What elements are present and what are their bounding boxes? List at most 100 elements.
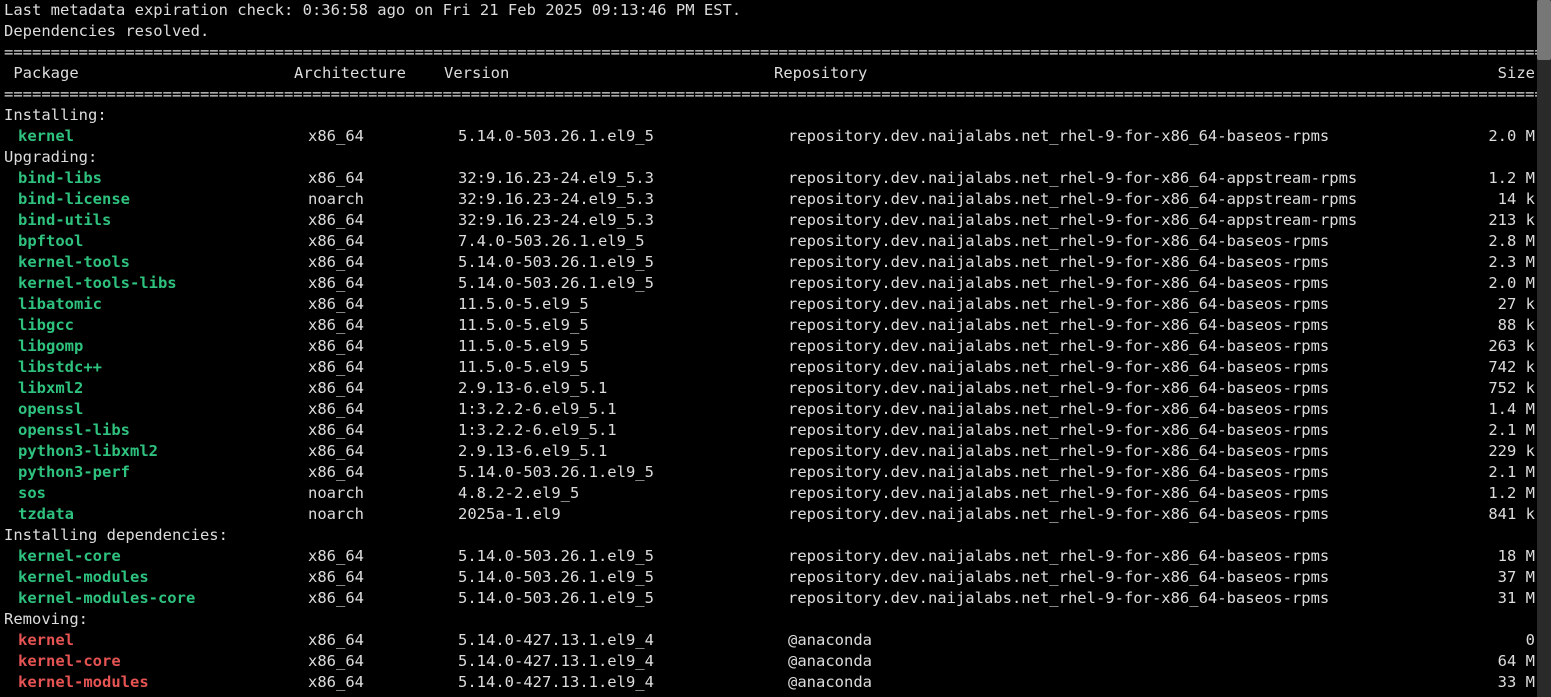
hdr-size: Size	[1465, 63, 1539, 84]
pkg-size: 64 M	[1465, 651, 1539, 672]
pkg-size: 2.1 M	[1465, 462, 1539, 483]
pkg-name: bind-libs	[4, 168, 308, 189]
pkg-arch: x86_64	[308, 126, 458, 147]
hdr-version: Version	[444, 63, 774, 84]
pkg-repo: repository.dev.naijalabs.net_rhel-9-for-…	[788, 567, 1465, 588]
pkg-size: 2.0 M	[1465, 126, 1539, 147]
pkg-name: openssl	[4, 399, 308, 420]
pkg-name: kernel-modules	[4, 672, 308, 693]
pkg-arch: x86_64	[308, 231, 458, 252]
table-row: libgccx86_6411.5.0-5.el9_5repository.dev…	[4, 315, 1539, 336]
pkg-size: 1.2 M	[1465, 483, 1539, 504]
scrollbar[interactable]	[1537, 0, 1551, 697]
pkg-repo: repository.dev.naijalabs.net_rhel-9-for-…	[788, 588, 1465, 609]
section-installing: Installing:	[4, 105, 1539, 126]
pkg-size: 33 M	[1465, 672, 1539, 693]
table-row: libstdc++x86_6411.5.0-5.el9_5repository.…	[4, 357, 1539, 378]
pkg-version: 5.14.0-427.13.1.el9_4	[458, 672, 788, 693]
pkg-arch: x86_64	[308, 399, 458, 420]
pkg-repo: repository.dev.naijalabs.net_rhel-9-for-…	[788, 462, 1465, 483]
pkg-repo: @anaconda	[788, 630, 1465, 651]
pkg-name: kernel	[4, 630, 308, 651]
pkg-version: 11.5.0-5.el9_5	[458, 315, 788, 336]
pkg-repo: @anaconda	[788, 651, 1465, 672]
pkg-size: 2.0 M	[1465, 273, 1539, 294]
pkg-repo: repository.dev.naijalabs.net_rhel-9-for-…	[788, 357, 1465, 378]
table-row: kernel-corex86_645.14.0-503.26.1.el9_5re…	[4, 546, 1539, 567]
pkg-arch: noarch	[308, 483, 458, 504]
pkg-size: 263 k	[1465, 336, 1539, 357]
table-row: sosnoarch4.8.2-2.el9_5repository.dev.nai…	[4, 483, 1539, 504]
pkg-repo: @anaconda	[788, 672, 1465, 693]
pkg-arch: x86_64	[308, 294, 458, 315]
pkg-size: 14 k	[1465, 189, 1539, 210]
pkg-name: bpftool	[4, 231, 308, 252]
section-upgrading: Upgrading:	[4, 147, 1539, 168]
pkg-repo: repository.dev.naijalabs.net_rhel-9-for-…	[788, 378, 1465, 399]
pkg-arch: x86_64	[308, 651, 458, 672]
pkg-size: 2.1 M	[1465, 420, 1539, 441]
table-row: kernel-toolsx86_645.14.0-503.26.1.el9_5r…	[4, 252, 1539, 273]
pkg-arch: x86_64	[308, 588, 458, 609]
pkg-repo: repository.dev.naijalabs.net_rhel-9-for-…	[788, 420, 1465, 441]
pkg-version: 11.5.0-5.el9_5	[458, 336, 788, 357]
pkg-name: sos	[4, 483, 308, 504]
table-row: kernel-corex86_645.14.0-427.13.1.el9_4@a…	[4, 651, 1539, 672]
pkg-version: 11.5.0-5.el9_5	[458, 294, 788, 315]
pkg-arch: x86_64	[308, 546, 458, 567]
pkg-version: 1:3.2.2-6.el9_5.1	[458, 420, 788, 441]
pkg-name: libstdc++	[4, 357, 308, 378]
table-row: kernelx86_645.14.0-427.13.1.el9_4@anacon…	[4, 630, 1539, 651]
terminal-output[interactable]: Last metadata expiration check: 0:36:58 …	[0, 0, 1543, 697]
table-row: kernel-modulesx86_645.14.0-503.26.1.el9_…	[4, 567, 1539, 588]
pkg-repo: repository.dev.naijalabs.net_rhel-9-for-…	[788, 504, 1465, 525]
pkg-arch: x86_64	[308, 630, 458, 651]
hdr-package: Package	[4, 63, 294, 84]
pkg-arch: x86_64	[308, 210, 458, 231]
pkg-arch: x86_64	[308, 441, 458, 462]
pkg-arch: x86_64	[308, 420, 458, 441]
pkg-repo: repository.dev.naijalabs.net_rhel-9-for-…	[788, 315, 1465, 336]
pkg-arch: x86_64	[308, 273, 458, 294]
pkg-version: 2.9.13-6.el9_5.1	[458, 441, 788, 462]
table-row: tzdatanoarch2025a-1.el9repository.dev.na…	[4, 504, 1539, 525]
pkg-repo: repository.dev.naijalabs.net_rhel-9-for-…	[788, 210, 1465, 231]
pkg-version: 7.4.0-503.26.1.el9_5	[458, 231, 788, 252]
scrollbar-thumb[interactable]	[1537, 0, 1551, 60]
table-row: kernel-modules-corex86_645.14.0-503.26.1…	[4, 588, 1539, 609]
pkg-version: 2025a-1.el9	[458, 504, 788, 525]
pkg-size: 0	[1465, 630, 1539, 651]
pkg-version: 2.9.13-6.el9_5.1	[458, 378, 788, 399]
pkg-name: kernel-core	[4, 546, 308, 567]
pkg-size: 752 k	[1465, 378, 1539, 399]
rule-mid: ========================================…	[4, 84, 1539, 105]
pkg-size: 31 M	[1465, 588, 1539, 609]
pkg-version: 5.14.0-503.26.1.el9_5	[458, 588, 788, 609]
pkg-repo: repository.dev.naijalabs.net_rhel-9-for-…	[788, 546, 1465, 567]
table-row: bind-libsx86_6432:9.16.23-24.el9_5.3repo…	[4, 168, 1539, 189]
pkg-name: tzdata	[4, 504, 308, 525]
pkg-arch: x86_64	[308, 462, 458, 483]
pkg-version: 11.5.0-5.el9_5	[458, 357, 788, 378]
pkg-name: libxml2	[4, 378, 308, 399]
pkg-name: libatomic	[4, 294, 308, 315]
pkg-repo: repository.dev.naijalabs.net_rhel-9-for-…	[788, 336, 1465, 357]
pkg-size: 841 k	[1465, 504, 1539, 525]
pkg-version: 4.8.2-2.el9_5	[458, 483, 788, 504]
pkg-version: 5.14.0-427.13.1.el9_4	[458, 630, 788, 651]
pkg-size: 2.3 M	[1465, 252, 1539, 273]
pkg-arch: x86_64	[308, 357, 458, 378]
pkg-repo: repository.dev.naijalabs.net_rhel-9-for-…	[788, 483, 1465, 504]
pkg-name: openssl-libs	[4, 420, 308, 441]
pkg-repo: repository.dev.naijalabs.net_rhel-9-for-…	[788, 168, 1465, 189]
pkg-size: 2.8 M	[1465, 231, 1539, 252]
table-row: kernel-modulesx86_645.14.0-427.13.1.el9_…	[4, 672, 1539, 693]
pkg-version: 5.14.0-503.26.1.el9_5	[458, 567, 788, 588]
table-row: kernel-tools-libsx86_645.14.0-503.26.1.e…	[4, 273, 1539, 294]
pkg-repo: repository.dev.naijalabs.net_rhel-9-for-…	[788, 399, 1465, 420]
pkg-repo: repository.dev.naijalabs.net_rhel-9-for-…	[788, 294, 1465, 315]
pkg-version: 5.14.0-503.26.1.el9_5	[458, 462, 788, 483]
pkg-arch: x86_64	[308, 336, 458, 357]
pkg-repo: repository.dev.naijalabs.net_rhel-9-for-…	[788, 273, 1465, 294]
table-row: libgompx86_6411.5.0-5.el9_5repository.de…	[4, 336, 1539, 357]
